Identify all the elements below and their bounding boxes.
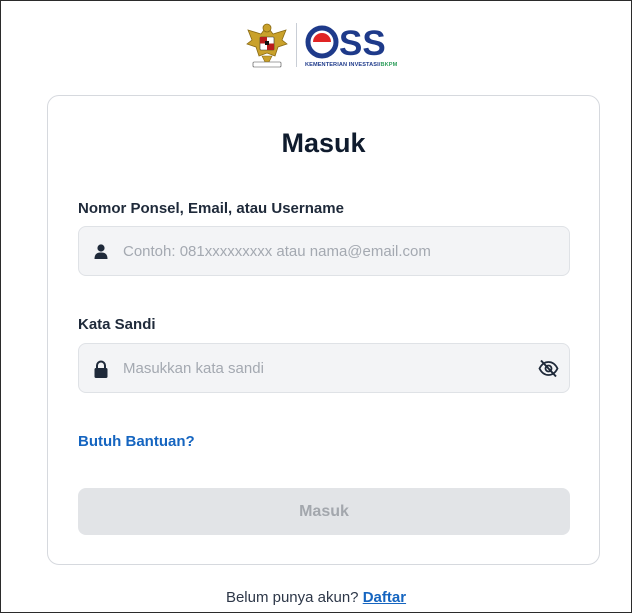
password-input[interactable] — [123, 344, 523, 392]
oss-logo: SS KEMENTERIAN INVESTASI/BKPM — [305, 23, 401, 68]
header-logo: SS KEMENTERIAN INVESTASI/BKPM — [244, 18, 404, 72]
user-icon — [94, 244, 108, 259]
password-field[interactable] — [78, 343, 570, 393]
eye-off-icon[interactable] — [538, 359, 559, 378]
page-title: Masuk — [281, 128, 366, 158]
register-link[interactable]: Daftar — [363, 589, 406, 606]
username-input[interactable] — [123, 227, 523, 275]
register-prompt: Belum punya akun? Daftar — [0, 589, 632, 606]
register-prompt-text: Belum punya akun? — [225, 589, 359, 606]
username-field[interactable] — [78, 226, 570, 276]
brand-subtitle: KEMENTERIAN INVESTASI/BKPM — [305, 61, 398, 68]
help-link[interactable]: Butuh Bantuan? — [78, 433, 195, 450]
garuda-emblem-icon — [246, 23, 288, 68]
login-card: Masuk Nomor Ponsel, Email, atau Username… — [47, 95, 600, 565]
oss-wordmark-icon: SS — [305, 24, 386, 61]
lock-icon — [94, 360, 108, 378]
username-label: Nomor Ponsel, Email, atau Username — [78, 200, 344, 217]
svg-text:SS: SS — [339, 24, 386, 61]
logo-divider — [296, 23, 297, 67]
password-label: Kata Sandi — [78, 316, 156, 333]
login-submit-button[interactable]: Masuk — [78, 488, 570, 535]
